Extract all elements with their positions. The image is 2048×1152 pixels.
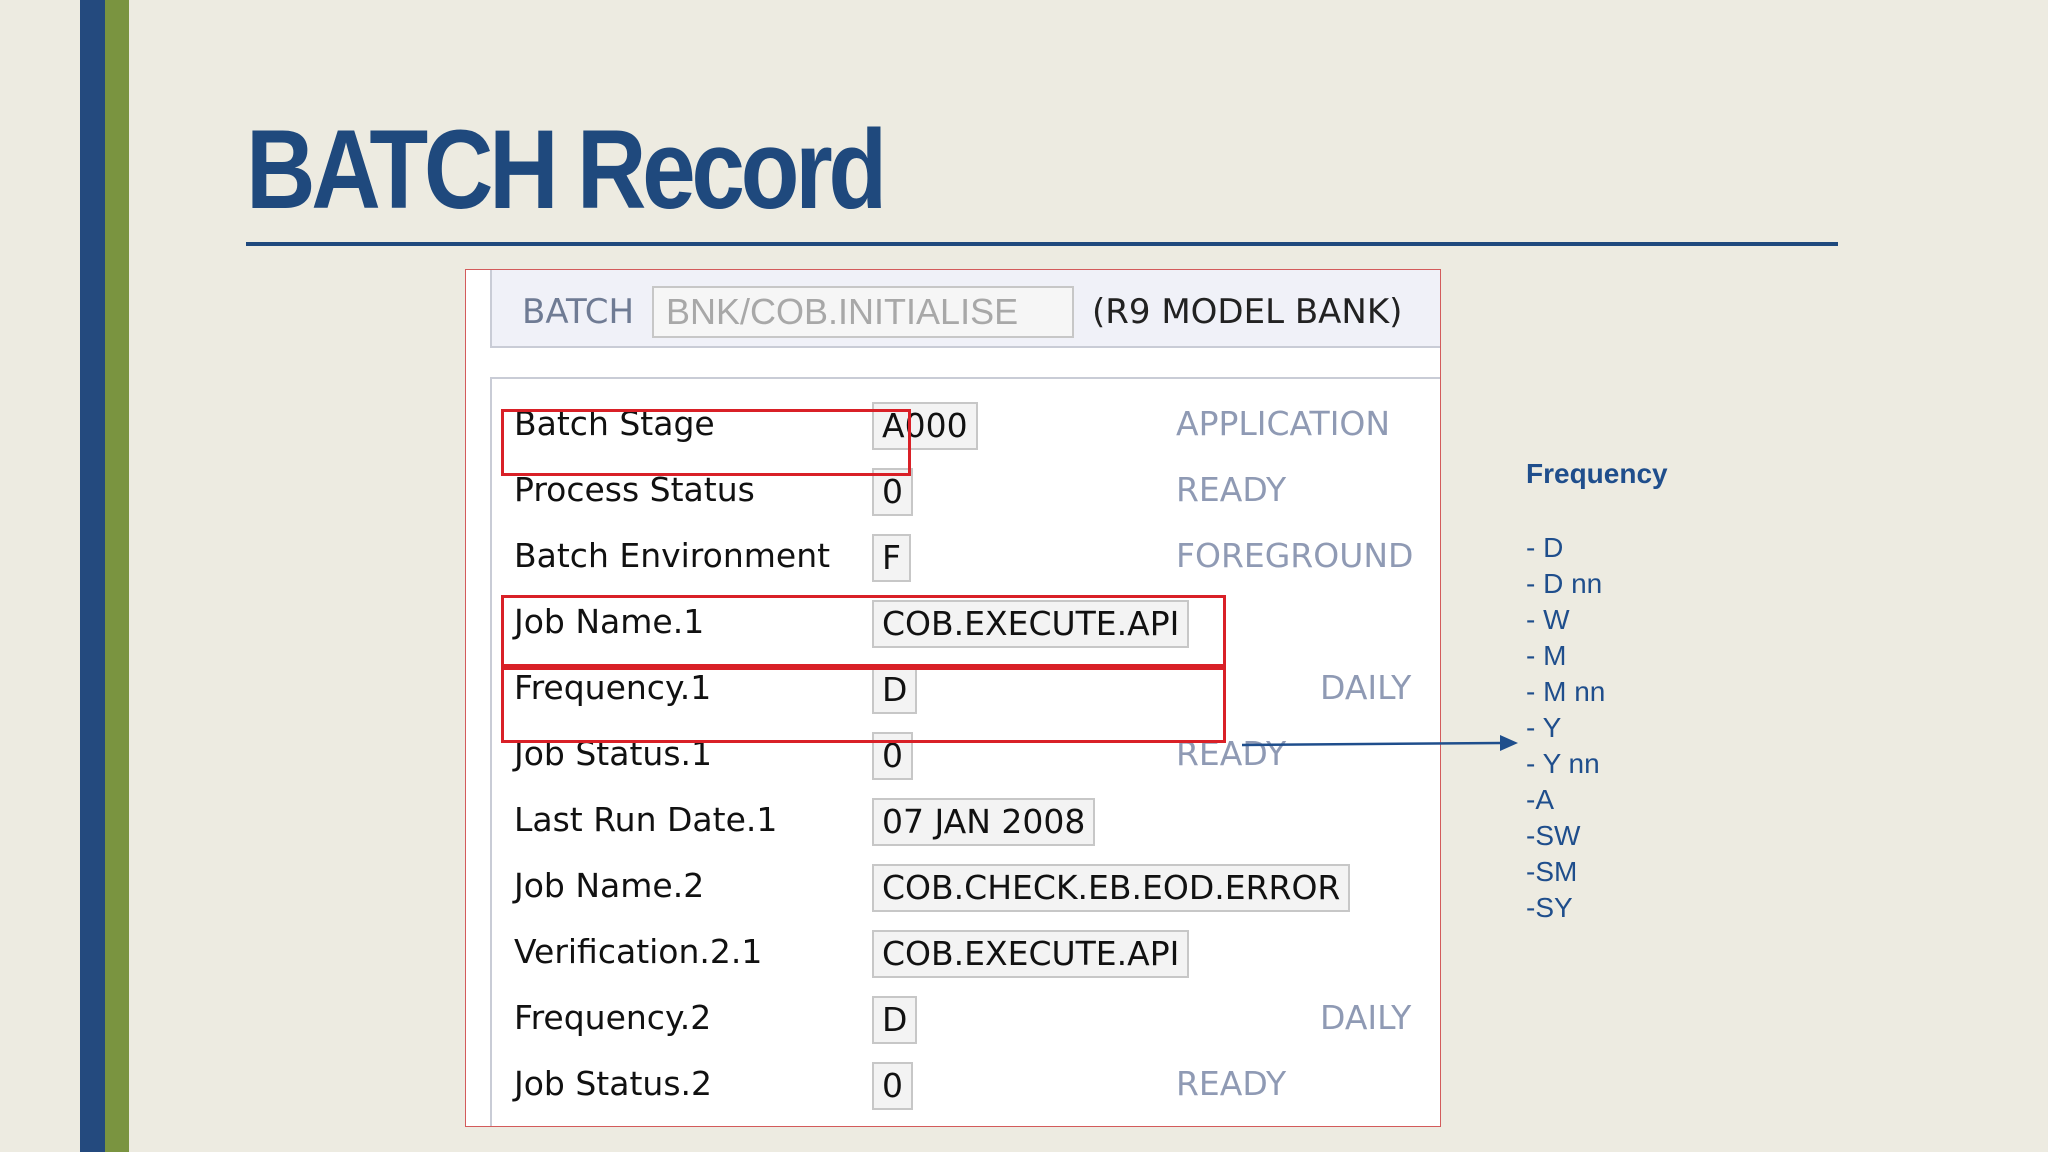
application-label: BATCH [522, 292, 635, 332]
field-label: Last Run Date.1 [514, 800, 778, 839]
field-description: DAILY [1320, 998, 1412, 1037]
field-description: APPLICATION [1176, 404, 1391, 443]
frequency-option: -SY [1526, 892, 1573, 923]
field-row-batch-stage: Batch Stage A000 APPLICATION [492, 402, 1440, 462]
field-label: Job Status.2 [514, 1064, 712, 1103]
field-row-job-name-2: Job Name.2 COB.CHECK.EB.EOD.ERROR [492, 864, 1440, 924]
frequency-options-list: - D - D nn - W - M - M nn - Y - Y nn -A … [1526, 530, 1605, 926]
frequency-option: - D [1526, 532, 1564, 563]
frequency-option: - M [1526, 640, 1567, 671]
title-divider [246, 242, 1838, 246]
field-row-batch-environment: Batch Environment F FOREGROUND [492, 534, 1440, 594]
frequency-option: - Y [1526, 712, 1562, 743]
field-value[interactable]: COB.EXECUTE.API [872, 930, 1190, 978]
field-label: Job Name.1 [514, 602, 705, 641]
company-label: (R9 MODEL BANK) [1092, 292, 1403, 332]
field-description: READY [1176, 470, 1287, 509]
field-label: Batch Stage [514, 404, 715, 443]
field-label: Job Name.2 [514, 866, 705, 905]
frequency-option: - M nn [1526, 676, 1606, 707]
frequency-option: - D nn [1526, 568, 1603, 599]
field-label: Process Status [514, 470, 755, 509]
field-label: Verification.2.1 [514, 932, 763, 971]
field-value[interactable]: D [872, 996, 918, 1044]
field-row-process-status: Process Status 0 READY [492, 468, 1440, 528]
record-id-field[interactable]: BNK/COB.INITIALISE [652, 286, 1074, 338]
field-value[interactable]: F [872, 534, 911, 582]
field-description: READY [1176, 1064, 1287, 1103]
pointer-arrow-icon [1241, 735, 1518, 751]
field-label: Frequency.1 [514, 668, 712, 707]
field-value[interactable]: 0 [872, 732, 913, 780]
accent-bar-blue [80, 0, 105, 1152]
frequency-option: -SM [1526, 856, 1578, 887]
field-row-frequency-1: Frequency.1 D DAILY [492, 666, 1440, 726]
field-value[interactable]: D [872, 666, 918, 714]
field-label: Job Status.1 [514, 734, 712, 773]
field-value[interactable]: A000 [872, 402, 978, 450]
frequency-option: -SW [1526, 820, 1581, 851]
field-row-job-status-2: Job Status.2 0 READY [492, 1062, 1440, 1122]
record-header: BATCH BNK/COB.INITIALISE (R9 MODEL BANK) [490, 270, 1440, 348]
frequency-option: -A [1526, 784, 1554, 815]
field-label: Frequency.2 [514, 998, 712, 1037]
field-value[interactable]: COB.CHECK.EB.EOD.ERROR [872, 864, 1351, 912]
batch-record-screenshot: BATCH BNK/COB.INITIALISE (R9 MODEL BANK)… [465, 269, 1441, 1127]
field-description: DAILY [1320, 668, 1412, 707]
frequency-note-title: Frequency [1526, 458, 1668, 489]
accent-bar-green [105, 0, 129, 1152]
field-value[interactable]: COB.EXECUTE.API [872, 600, 1190, 648]
field-row-job-name-1: Job Name.1 COB.EXECUTE.API [492, 600, 1440, 660]
slide-title: BATCH Record [246, 107, 887, 232]
frequency-option: - W [1526, 604, 1570, 635]
field-row-frequency-2: Frequency.2 D DAILY [492, 996, 1440, 1056]
frequency-option: - Y nn [1526, 748, 1600, 779]
field-value[interactable]: 07 JAN 2008 [872, 798, 1096, 846]
field-row-verification-2-1: Verification.2.1 COB.EXECUTE.API [492, 930, 1440, 990]
field-value[interactable]: 0 [872, 468, 913, 516]
field-description: FOREGROUND [1176, 536, 1414, 575]
field-value[interactable]: 0 [872, 1062, 913, 1110]
field-row-last-run-date-1: Last Run Date.1 07 JAN 2008 [492, 798, 1440, 858]
field-label: Batch Environment [514, 536, 831, 575]
